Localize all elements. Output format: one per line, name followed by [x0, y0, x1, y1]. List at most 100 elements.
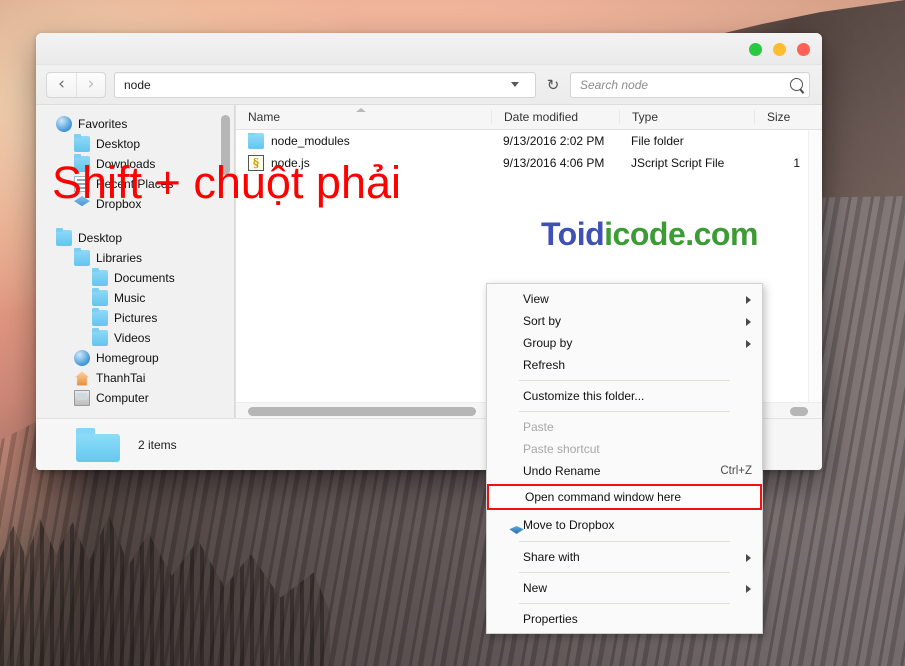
refresh-button[interactable]: ↻: [544, 76, 562, 94]
navigation-sidebar: Favorites Desktop Downloads Recent Places Dr…: [36, 105, 236, 418]
minimize-button[interactable]: [773, 43, 786, 56]
search-placeholder: Search node: [580, 77, 649, 92]
status-item-count: 2 items: [138, 437, 177, 452]
menu-item-label: Share with: [523, 550, 580, 564]
file-date-cell: 9/13/2016 4:06 PM: [503, 156, 605, 170]
forward-button[interactable]: ›: [76, 72, 105, 97]
menu-separator: [519, 411, 730, 412]
menu-item-pasteshort: Paste shortcut: [487, 438, 762, 460]
sidebar-item-label: Music: [114, 291, 146, 305]
watermark-part-1: Toid: [541, 216, 605, 252]
sidebar-item-label: Favorites: [78, 117, 128, 131]
watermark: Toidicode.com: [541, 218, 758, 250]
menu-separator: [519, 572, 730, 573]
menu-item-customize[interactable]: Customize this folder...: [487, 385, 762, 407]
menu-item-sharewith[interactable]: Share with: [487, 546, 762, 568]
sidebar-item-label: Computer: [96, 391, 149, 405]
menu-item-label: Group by: [523, 336, 573, 350]
menu-item-new[interactable]: New: [487, 577, 762, 599]
sidebar-item-documents[interactable]: Documents: [36, 268, 235, 288]
menu-item-label: Customize this folder...: [523, 389, 645, 403]
menu-item-label: New: [523, 581, 548, 595]
menu-item-label: Move to Dropbox: [523, 517, 615, 532]
address-bar[interactable]: node: [114, 71, 536, 98]
window-titlebar[interactable]: [36, 33, 822, 65]
sidebar-item-computer[interactable]: Computer: [36, 388, 235, 408]
menu-item-sortby[interactable]: Sort by: [487, 310, 762, 332]
menu-item-label: Paste shortcut: [523, 442, 600, 456]
column-headers: Name Date modified Type Size: [236, 105, 822, 130]
horizontal-scrollbar-thumb[interactable]: [248, 407, 476, 416]
folder-icon: [92, 328, 108, 346]
context-menu: View Sort by Group by Refresh Customize this…: [486, 283, 763, 634]
submenu-arrow-icon: [746, 554, 751, 562]
file-type-cell: JScript Script File: [631, 156, 725, 170]
sidebar-item-thanhtai[interactable]: ThanhTai: [36, 368, 235, 388]
close-button[interactable]: [797, 43, 810, 56]
file-name-label: node_modules: [271, 134, 350, 148]
sidebar-item-label: Desktop: [78, 231, 123, 245]
menu-item-shortcut: Ctrl+Z: [720, 465, 752, 477]
horizontal-scrollbar-thumb-secondary[interactable]: [790, 407, 808, 416]
menu-item-label: Properties: [523, 612, 578, 626]
submenu-arrow-icon: [746, 296, 751, 304]
globe-icon: [74, 350, 90, 366]
dropbox-icon: [498, 515, 524, 534]
sidebar-item-libraries[interactable]: Libraries: [36, 248, 235, 268]
watermark-part-2: icode.com: [604, 216, 758, 252]
submenu-arrow-icon: [746, 340, 751, 348]
menu-item-paste: Paste: [487, 416, 762, 438]
folder-icon: [74, 134, 90, 152]
file-type-cell: File folder: [631, 134, 684, 148]
submenu-arrow-icon: [746, 318, 751, 326]
file-date-cell: 9/13/2016 2:02 PM: [503, 134, 605, 148]
zoom-button[interactable]: [749, 43, 762, 56]
sidebar-item-music[interactable]: Music: [36, 288, 235, 308]
window-controls: [749, 43, 810, 56]
back-button[interactable]: ‹: [47, 73, 76, 97]
home-icon: [74, 370, 90, 386]
menu-item-groupby[interactable]: Group by: [487, 332, 762, 354]
sidebar-item-label: Homegroup: [96, 351, 159, 365]
menu-item-label: Sort by: [523, 314, 562, 328]
submenu-arrow-icon: [746, 585, 751, 593]
column-header-size[interactable]: Size: [754, 110, 822, 124]
sidebar-item-videos[interactable]: Videos: [36, 328, 235, 348]
menu-item-refresh[interactable]: Refresh: [487, 354, 762, 376]
sidebar-item-desktop[interactable]: Desktop: [36, 134, 235, 154]
globe-icon: [56, 116, 72, 132]
sidebar-splitter[interactable]: [234, 105, 235, 418]
sidebar-item-label: Libraries: [96, 251, 143, 265]
sidebar-item-label: Videos: [114, 331, 151, 345]
folder-icon: [92, 308, 108, 326]
column-header-type[interactable]: Type: [619, 110, 754, 124]
sidebar-item-desktop[interactable]: Desktop: [36, 228, 235, 248]
sidebar-item-favorites[interactable]: Favorites: [36, 114, 235, 134]
chevron-down-icon[interactable]: [511, 82, 519, 87]
table-row[interactable]: node_modules 9/13/2016 2:02 PM File folder: [236, 130, 822, 152]
menu-item-undorename[interactable]: Undo Rename Ctrl+Z: [487, 460, 762, 482]
address-bar-value: node: [124, 77, 151, 92]
menu-item-view[interactable]: View: [487, 288, 762, 310]
folder-icon: [92, 268, 108, 286]
menu-item-label: View: [523, 292, 549, 306]
menu-item-dropbox[interactable]: Move to Dropbox: [487, 512, 762, 537]
chevron-left-icon: ‹: [58, 74, 65, 94]
search-input[interactable]: Search node: [570, 71, 810, 98]
menu-item-label: Open command window here: [525, 490, 682, 504]
menu-item-opencmd[interactable]: Open command window here: [487, 484, 762, 510]
file-name-cell: node_modules: [236, 133, 491, 149]
sidebar-item-pictures[interactable]: Pictures: [36, 308, 235, 328]
menu-item-properties[interactable]: Properties: [487, 608, 762, 630]
sidebar-item-label: ThanhTai: [96, 371, 146, 385]
sidebar-item-homegroup[interactable]: Homegroup: [36, 348, 235, 368]
nav-buttons: ‹ ›: [46, 71, 106, 98]
column-header-date[interactable]: Date modified: [491, 110, 619, 124]
folder-icon: [92, 288, 108, 306]
menu-item-label: Refresh: [523, 358, 566, 372]
computer-icon: [74, 390, 90, 406]
file-list-vertical-scrollbar[interactable]: [808, 130, 822, 402]
column-header-name[interactable]: Name: [236, 110, 491, 124]
menu-separator: [519, 380, 730, 381]
